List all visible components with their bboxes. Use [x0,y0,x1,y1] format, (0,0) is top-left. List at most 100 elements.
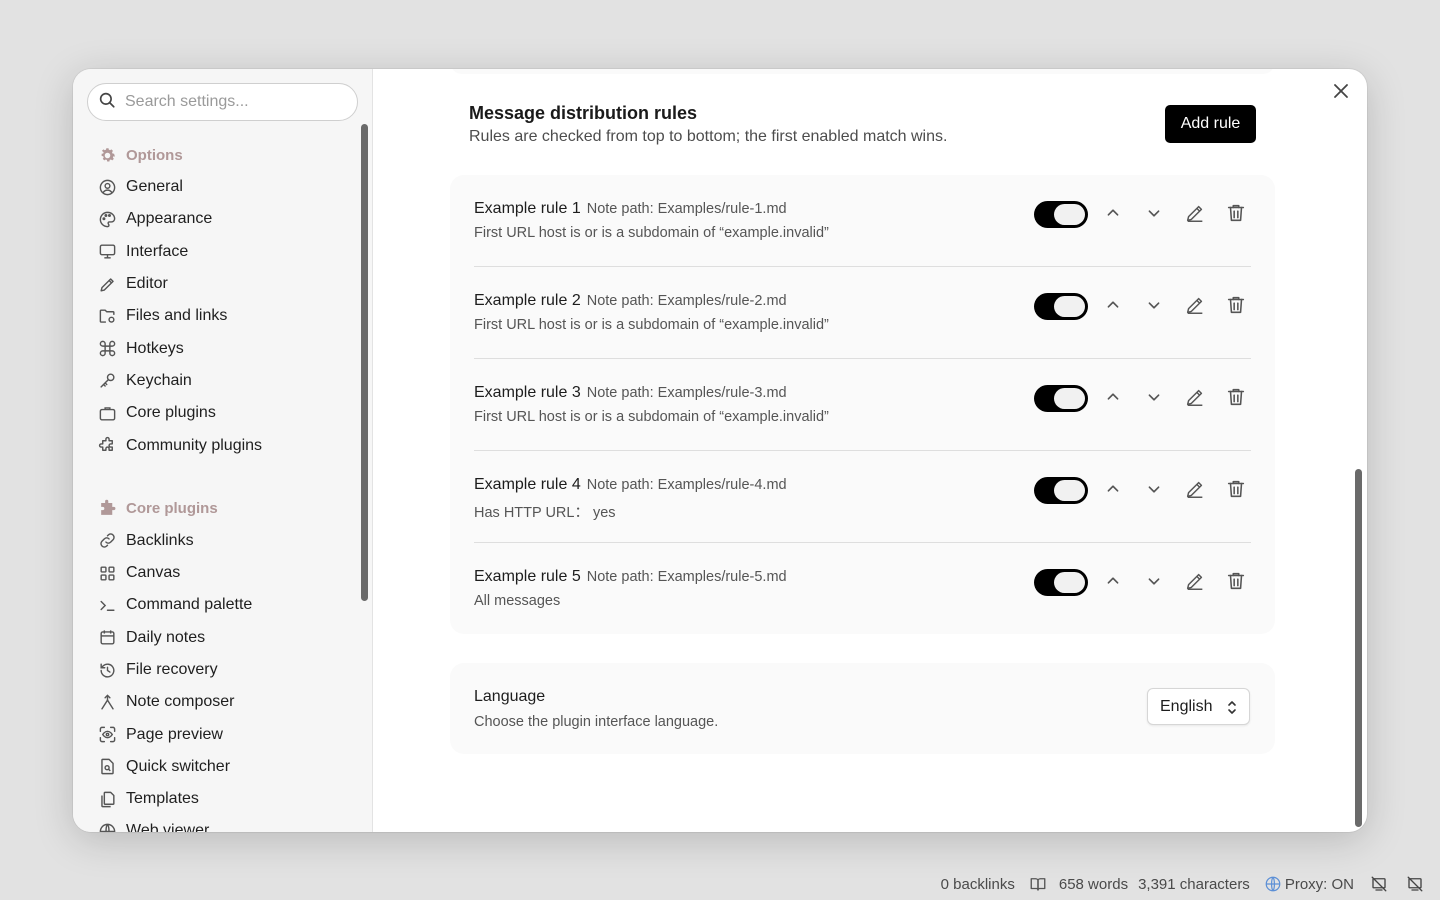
backlinks-count[interactable]: 0 backlinks [941,876,1015,893]
language-selected-value: English [1160,697,1213,715]
sidebar-item-editor[interactable]: Editor [97,268,347,300]
move-down-button[interactable] [1141,386,1167,412]
add-rule-button[interactable]: Add rule [1165,105,1256,143]
rule-name: Example rule 1 [474,200,581,217]
rule-row: Example rule 3 Note path: Examples/rule-3… [474,359,1251,451]
sidebar-item-label: Hotkeys [126,339,184,357]
move-down-button[interactable] [1141,478,1167,504]
sidebar-item-note-composer[interactable]: Note composer [97,686,347,718]
rule-row: Example rule 4 Note path: Examples/rule-4… [474,451,1251,543]
cast-off-icon[interactable] [1404,873,1426,895]
move-down-button[interactable] [1141,570,1167,596]
edit-rule-button[interactable] [1182,570,1208,596]
sidebar-item-label: Note composer [126,693,235,711]
gear-icon [97,145,117,165]
sidebar-item-core-plugins[interactable]: Core plugins [97,397,347,429]
move-up-button[interactable] [1100,202,1126,228]
move-down-button[interactable] [1141,294,1167,320]
language-setting: Language Choose the plugin interface lan… [450,663,1275,754]
sidebar-item-keychain[interactable]: Keychain [97,365,347,397]
book-open-icon[interactable] [1027,873,1049,895]
close-icon [1333,83,1349,104]
sidebar-item-files-and-links[interactable]: Files and links [97,300,347,332]
rule-enabled-toggle[interactable] [1034,477,1088,504]
move-up-button[interactable] [1100,294,1126,320]
toggle-knob [1054,480,1085,501]
pencil-icon [1184,570,1206,597]
sidebar-item-backlinks[interactable]: Backlinks [97,525,347,557]
sidebar-item-file-recovery[interactable]: File recovery [97,654,347,686]
rule-enabled-toggle[interactable] [1034,293,1088,320]
merge-icon [97,692,117,712]
rule-row: Example rule 2 Note path: Examples/rule-2… [474,267,1251,359]
key-icon [97,371,117,391]
sidebar-item-canvas[interactable]: Canvas [97,557,347,589]
chevron-down-icon [1143,570,1165,597]
sidebar-item-templates[interactable]: Templates [97,783,347,815]
chevron-up-icon [1102,386,1124,413]
sidebar-section-label: Options [126,146,183,164]
rule-note-path: Note path: Examples/rule-5.md [586,569,787,585]
sidebar-item-community-plugins[interactable]: Community plugins [97,429,347,461]
sidebar-item-label: Core plugins [126,404,216,422]
sidebar-item-general[interactable]: General [97,171,347,203]
search-input[interactable] [125,93,345,111]
language-select[interactable]: English [1147,688,1250,725]
delete-rule-button[interactable] [1223,570,1249,596]
move-up-button[interactable] [1100,478,1126,504]
scan-eye-icon [97,725,117,745]
rule-enabled-toggle[interactable] [1034,201,1088,228]
palette-icon [97,209,117,229]
rule-enabled-toggle[interactable] [1034,385,1088,412]
move-up-button[interactable] [1100,386,1126,412]
delete-rule-button[interactable] [1223,294,1249,320]
trash-icon [1225,478,1247,505]
sidebar-item-daily-notes[interactable]: Daily notes [97,622,347,654]
edit-rule-button[interactable] [1182,202,1208,228]
sidebar-section-label: Core plugins [126,500,218,518]
rules-section-header: Message distribution rules Rules are che… [469,103,947,146]
file-search-icon [97,757,117,777]
sidebar-item-web-viewer[interactable]: Web viewer [97,815,347,832]
command-icon [97,339,117,359]
rule-name-line: Example rule 2 Note path: Examples/rule-2… [474,292,787,310]
sidebar-item-label: Canvas [126,564,181,582]
chevron-up-down-icon [1228,701,1236,714]
close-button[interactable] [1329,81,1353,105]
delete-rule-button[interactable] [1223,202,1249,228]
sidebar-item-appearance[interactable]: Appearance [97,203,347,235]
settings-sidebar: Options General Appearance Interface Edi… [73,69,373,832]
delete-rule-button[interactable] [1223,386,1249,412]
sidebar-item-label: Daily notes [126,628,206,646]
sidebar-scrollbar[interactable] [361,124,368,601]
sidebar-item-quick-switcher[interactable]: Quick switcher [97,751,347,783]
sidebar-item-hotkeys[interactable]: Hotkeys [97,332,347,364]
pencil-icon [1184,294,1206,321]
rule-name-line: Example rule 4 Note path: Examples/rule-4… [474,476,787,494]
move-down-button[interactable] [1141,202,1167,228]
sidebar-item-page-preview[interactable]: Page preview [97,718,347,750]
rule-enabled-toggle[interactable] [1034,569,1088,596]
rule-note-path: Note path: Examples/rule-3.md [586,385,787,401]
edit-rule-button[interactable] [1182,478,1208,504]
sidebar-item-interface[interactable]: Interface [97,236,347,268]
language-description: Choose the plugin interface language. [474,714,719,730]
move-up-button[interactable] [1100,570,1126,596]
content-scrollbar[interactable] [1355,469,1362,827]
rules-section-title: Message distribution rules [469,103,698,123]
proxy-status[interactable]: Proxy: ON [1264,875,1354,893]
sidebar-item-command-palette[interactable]: Command palette [97,589,347,621]
proxy-status-label: Proxy: ON [1284,875,1354,893]
rule-name: Example rule 3 [474,384,581,401]
toggle-knob [1054,388,1085,409]
delete-rule-button[interactable] [1223,478,1249,504]
edit-rule-button[interactable] [1182,294,1208,320]
trash-icon [1225,386,1247,413]
previous-card-edge [450,69,1275,74]
edit-rule-button[interactable] [1182,386,1208,412]
sidebar-item-label: Backlinks [126,531,194,549]
search-box[interactable] [87,83,358,121]
terminal-icon [97,595,117,615]
sync-off-icon[interactable] [1368,873,1390,895]
